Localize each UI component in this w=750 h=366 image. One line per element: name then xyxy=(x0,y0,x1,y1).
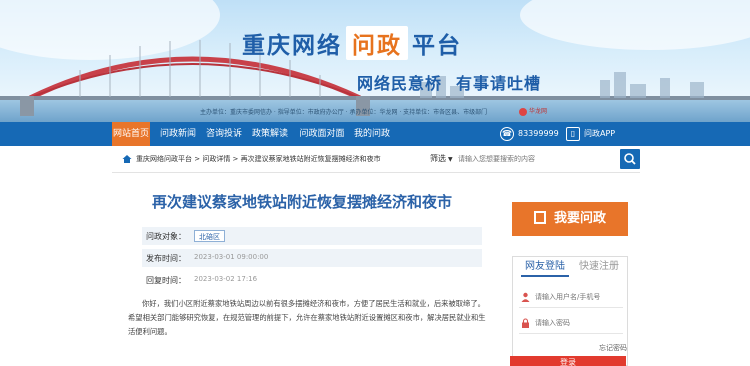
breadcrumb-search-bar: 重庆网络问政平台 > 问政详情 > 再次建议蔡家地铁站附近恢复摆摊经济和夜市 筛… xyxy=(112,149,640,171)
site-title-suffix: 平台 xyxy=(412,33,462,59)
divider xyxy=(519,333,623,334)
hotline-link[interactable]: ☎ 83399999 xyxy=(500,126,559,142)
username-field xyxy=(519,287,623,307)
slogan-part-2: 有事请吐槽 xyxy=(456,74,542,93)
meta-target-tag[interactable]: 北碚区 xyxy=(194,230,225,242)
app-link[interactable]: ▯ 问政APP xyxy=(566,126,615,142)
breadcrumb: 重庆网络问政平台 > 问政详情 > 再次建议蔡家地铁站附近恢复摆摊经济和夜市 xyxy=(136,155,381,163)
sidebar: 我要问政 网友登陆 快速注册 忘记密码 登录 xyxy=(510,200,630,366)
hotline-text: 83399999 xyxy=(518,129,559,138)
meta-time-label: 发布时间： xyxy=(146,254,186,263)
meta-target-label: 问政对象： xyxy=(146,232,186,241)
tab-login[interactable]: 网友登陆 xyxy=(521,257,569,277)
tab-register[interactable]: 快速注册 xyxy=(575,257,623,277)
divider xyxy=(112,172,640,173)
search-filter-label: 筛选 xyxy=(430,154,446,163)
logo-icon xyxy=(519,107,527,116)
meta-time-row: 发布时间： 2023-03-01 09:00:00 xyxy=(142,249,482,267)
nav-item-face-to-face[interactable]: 问政面对面 xyxy=(296,122,348,146)
article-title: 再次建议蔡家地铁站附近恢复摆摊经济和夜市 xyxy=(151,193,452,211)
nav-item-news[interactable]: 问政新闻 xyxy=(156,122,200,146)
home-icon[interactable] xyxy=(122,154,132,164)
header-banner: 重庆网络 问政 平台 网络民意桥 有事请吐槽 主办单位：重庆市委网信办 · 指导单位：… xyxy=(0,0,750,122)
user-icon xyxy=(521,292,530,302)
password-input[interactable] xyxy=(535,315,621,331)
document-icon xyxy=(533,211,546,224)
sponsor-logo-text: 华龙网 xyxy=(529,108,548,115)
site-title: 重庆网络 问政 平台 xyxy=(242,26,462,60)
ask-question-button[interactable]: 我要问政 xyxy=(512,202,628,236)
main-nav: 网站首页 问政新闻 咨询投诉 政策解读 问政面对面 我的问政 ☎ 83399999… xyxy=(0,122,750,146)
slogan-part-1: 网络民意桥 xyxy=(357,74,443,93)
sponsor-logo: 华龙网 xyxy=(519,106,547,116)
forgot-password-link[interactable]: 忘记密码 xyxy=(599,343,627,353)
meta-target-row: 问政对象： 北碚区 xyxy=(142,227,482,245)
meta-reply-label: 回复时间： xyxy=(146,276,186,285)
app-text: 问政APP xyxy=(584,129,616,138)
meta-reply-row: 回复时间： 2023-03-02 17:16 xyxy=(142,271,482,289)
search-icon xyxy=(624,153,636,165)
meta-reply-value: 2023-03-02 17:16 xyxy=(194,275,258,283)
site-slogan: 网络民意桥 有事请吐槽 xyxy=(357,70,541,94)
nav-item-complaints[interactable]: 咨询投诉 xyxy=(202,122,246,146)
site-title-highlight: 问政 xyxy=(346,26,408,60)
lock-icon xyxy=(522,318,529,328)
login-button[interactable]: 登录 xyxy=(510,356,626,366)
username-input[interactable] xyxy=(535,289,621,305)
article-body: 你好，我们小区附近蔡家地铁站周边以前有很多摆摊经济和夜市，方便了居民生活和就业，… xyxy=(128,299,486,336)
password-field xyxy=(519,313,623,333)
bridge-illustration xyxy=(0,40,750,116)
chevron-down-icon: ▼ xyxy=(448,156,453,163)
mobile-icon: ▯ xyxy=(566,126,580,141)
nav-item-my-inquiries[interactable]: 我的问政 xyxy=(350,122,394,146)
meta-time-value: 2023-03-01 09:00:00 xyxy=(194,253,269,261)
nav-item-policy[interactable]: 政策解读 xyxy=(248,122,292,146)
search-input[interactable] xyxy=(458,151,622,167)
site-title-prefix: 重庆网络 xyxy=(242,33,342,59)
sponsor-text: 主办单位：重庆市委网信办 · 指导单位：市政府办公厅 · 承办单位：华龙网 · … xyxy=(200,109,488,116)
search-button[interactable] xyxy=(620,149,640,169)
login-panel: 网友登陆 快速注册 忘记密码 xyxy=(512,256,628,366)
divider xyxy=(519,307,623,308)
search-filter-select[interactable]: 筛选 ▼ xyxy=(430,151,460,167)
article: 再次建议蔡家地铁站附近恢复摆摊经济和夜市 问政对象： 北碚区 发布时间： 202… xyxy=(112,175,492,366)
nav-item-home[interactable]: 网站首页 xyxy=(112,122,150,146)
phone-icon: ☎ xyxy=(500,126,514,141)
ask-question-label: 我要问政 xyxy=(553,211,606,226)
